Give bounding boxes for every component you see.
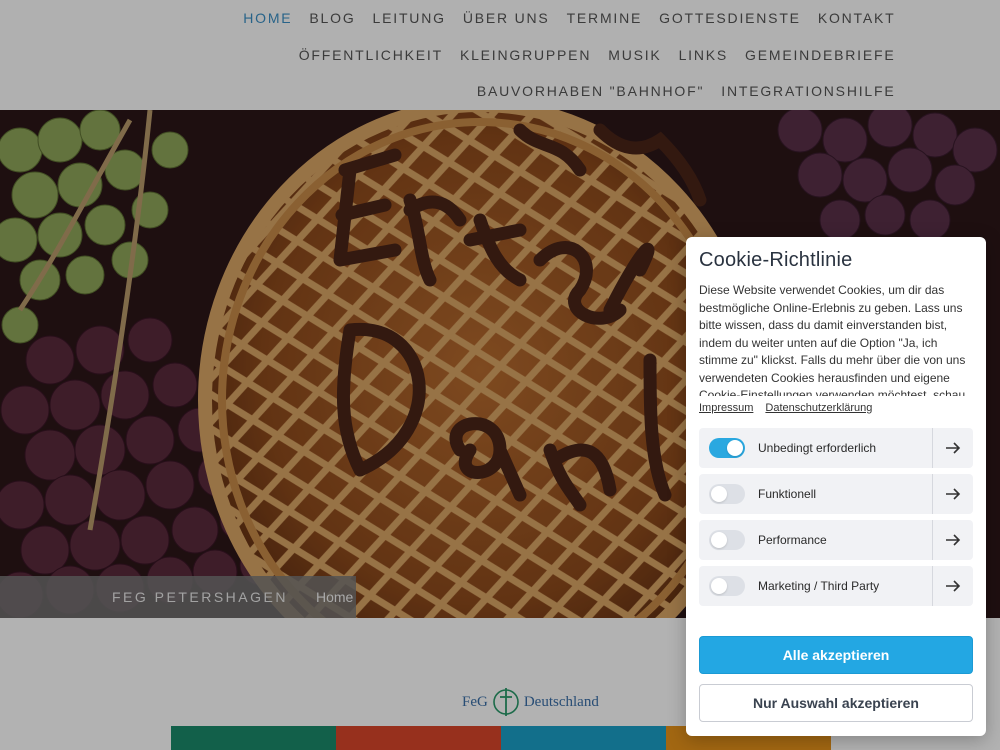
- arrow-right-icon[interactable]: [932, 428, 973, 468]
- option-label: Performance: [758, 533, 827, 547]
- arrow-right-icon[interactable]: [932, 566, 973, 606]
- cookie-title: Cookie-Richtlinie: [699, 249, 853, 271]
- impressum-link[interactable]: Impressum: [699, 402, 753, 414]
- arrow-right-icon[interactable]: [932, 520, 973, 560]
- toggle-performance[interactable]: [709, 530, 745, 550]
- arrow-right-icon[interactable]: [932, 474, 973, 514]
- cookie-description: Diese Website verwendet Cookies, um dir …: [699, 283, 966, 396]
- datenschutz-link[interactable]: Datenschutzerklärung: [765, 402, 872, 414]
- toggle-marketing[interactable]: [709, 576, 745, 596]
- cookie-options: Unbedingt erforderlich Funktionell Perfo…: [699, 428, 973, 606]
- toggle-functional[interactable]: [709, 484, 745, 504]
- accept-selection-button[interactable]: Nur Auswahl akzeptieren: [699, 684, 973, 722]
- cookie-option-necessary: Unbedingt erforderlich: [699, 428, 973, 468]
- option-label: Unbedingt erforderlich: [758, 441, 877, 455]
- option-label: Marketing / Third Party: [758, 579, 880, 593]
- cookie-option-functional: Funktionell: [699, 474, 973, 514]
- cookie-option-performance: Performance: [699, 520, 973, 560]
- option-label: Funktionell: [758, 487, 817, 501]
- accept-all-button[interactable]: Alle akzeptieren: [699, 636, 973, 674]
- cookie-option-marketing: Marketing / Third Party: [699, 566, 973, 606]
- cookie-dialog: Cookie-Richtlinie Diese Website verwende…: [686, 237, 986, 736]
- toggle-necessary[interactable]: [709, 438, 745, 458]
- cookie-links: Impressum Datenschutzerklärung: [699, 402, 973, 414]
